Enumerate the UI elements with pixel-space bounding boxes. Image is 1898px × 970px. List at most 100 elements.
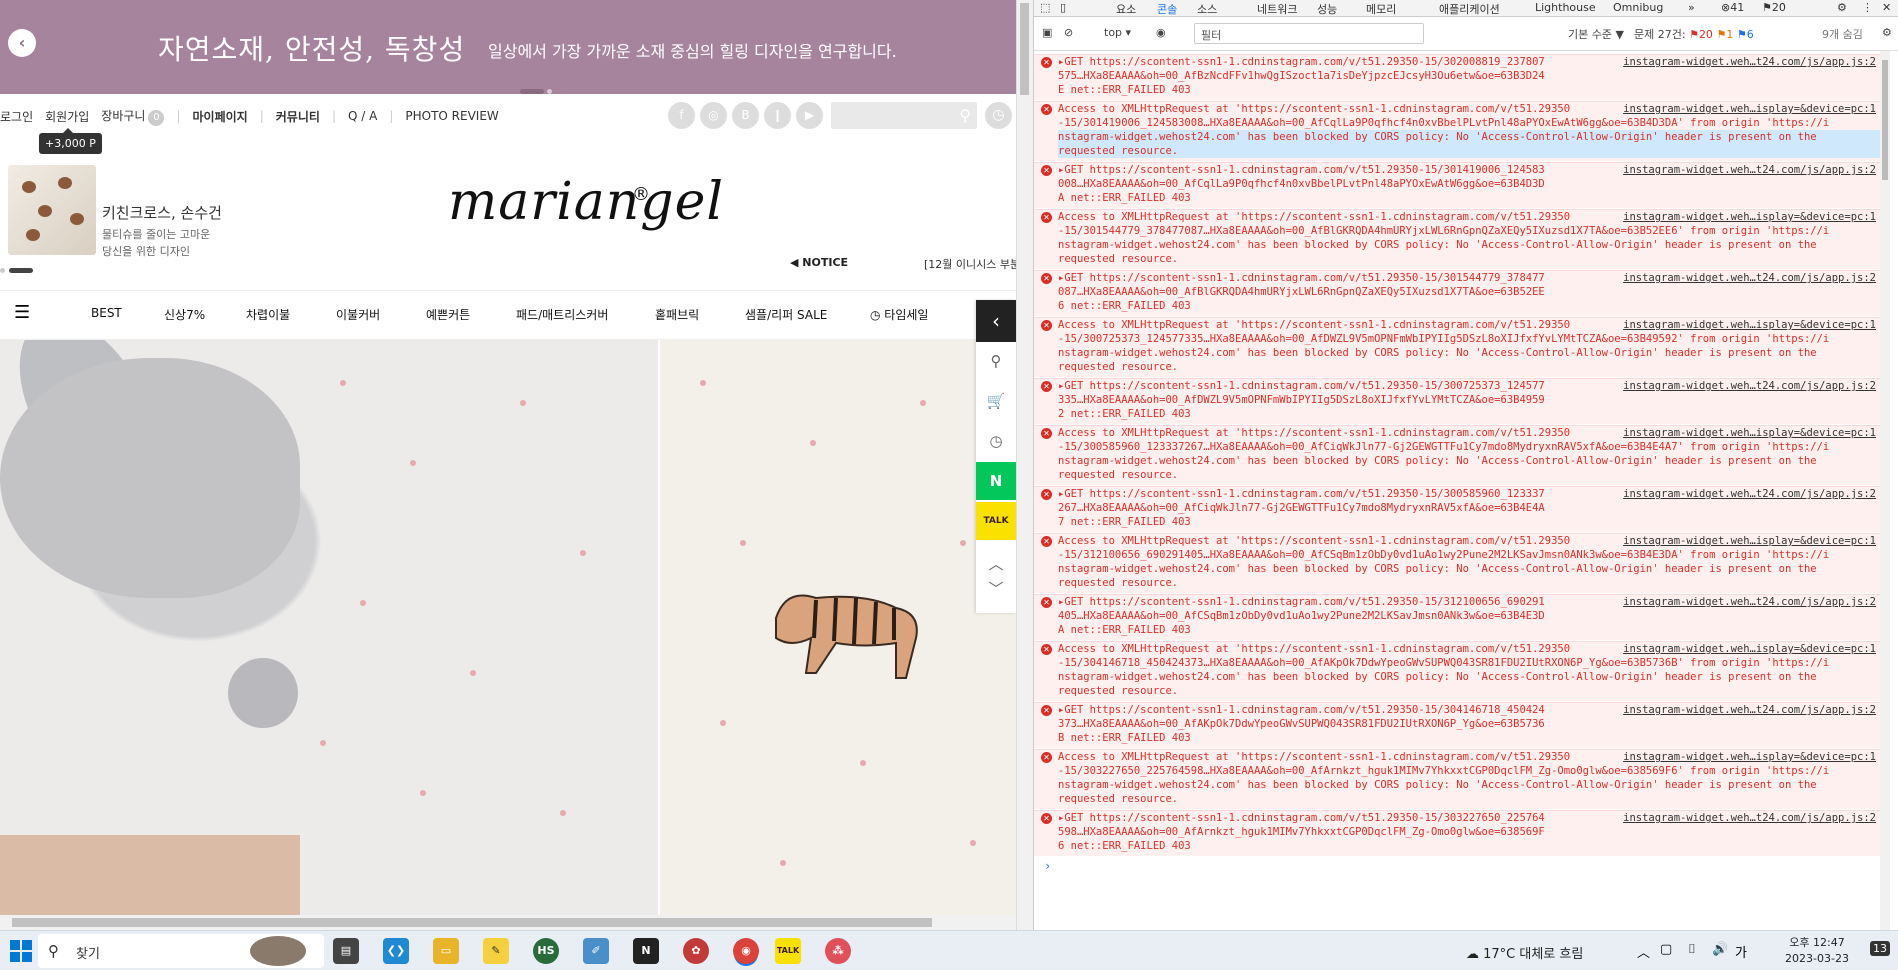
source-link[interactable]: instagram-widget.weh…isplay=&device=pc:1 [1623,642,1876,656]
nav-pad[interactable]: 패드/매트리스커버 [516,306,608,323]
sticky-notes-icon[interactable]: ✎ [483,938,509,964]
site-logo[interactable]: mariangel [448,172,724,232]
console-get-error[interactable]: ✕ ▸GET https://scontent-ssn1-1.cdninstagr… [1034,378,1880,424]
paint-icon[interactable]: ✿ [683,938,709,964]
console-cors-error[interactable]: ✕ Access to XMLHttpRequest at 'https://sc… [1034,533,1880,593]
source-link[interactable]: instagram-widget.weh…t24.com/js/app.js:2 [1623,55,1876,69]
taskbar-search-input[interactable]: ⚲ 찾기 [38,934,324,968]
console-cors-error[interactable]: ✕ Access to XMLHttpRequest at 'https://sc… [1034,317,1880,377]
source-link[interactable]: instagram-widget.weh…t24.com/js/app.js:2 [1623,271,1876,285]
search-icon[interactable]: ⚲ [959,106,971,125]
source-link[interactable]: instagram-widget.weh…t24.com/js/app.js:2 [1623,163,1876,177]
horizontal-scrollbar-thumb[interactable] [12,918,932,927]
notice-ticker[interactable]: [12월 이니시스 부분 [924,256,1016,272]
banner-prev-button[interactable]: ‹ [8,29,36,57]
notion-icon[interactable]: N [633,938,659,964]
console-get-error[interactable]: ✕ ▸GET https://scontent-ssn1-1.cdninstagr… [1034,270,1880,316]
clock-date[interactable]: 2023-03-23 [1782,952,1852,965]
console-scrollbar[interactable] [1880,51,1890,930]
banner-pagination[interactable] [520,79,556,94]
tab-omnibug[interactable]: Omnibug [1613,1,1663,14]
nav-duvet-cover[interactable]: 이불커버 [336,306,380,323]
console-get-error[interactable]: ✕ ▸GET https://scontent-ssn1-1.cdninstagr… [1034,486,1880,532]
tab-performance[interactable]: 성능 [1317,1,1337,17]
photo-review-link[interactable]: PHOTO REVIEW [405,109,498,123]
login-link[interactable]: 로그인 [0,108,33,125]
source-link[interactable]: instagram-widget.weh…isplay=&device=pc:1 [1623,534,1876,548]
device-toggle-icon[interactable]: ▯ [1060,1,1066,14]
issue-count-badge[interactable]: ⚑20 [1762,1,1786,14]
nav-timesale[interactable]: ◷ 타임세일 [870,306,928,323]
more-tabs-button[interactable]: » [1688,1,1695,14]
page-vertical-scrollbar-thumb[interactable] [1020,3,1029,95]
nav-comforter[interactable]: 차렵이불 [246,306,290,323]
youtube-icon[interactable]: ▶ [796,102,823,129]
source-link[interactable]: instagram-widget.weh…isplay=&device=pc:1 [1623,318,1876,332]
console-get-error[interactable]: ✕ ▸GET https://scontent-ssn1-1.cdninstagr… [1034,54,1880,100]
clear-console-icon[interactable]: ⊘ [1064,26,1073,39]
close-icon[interactable]: ✕ [1882,1,1891,14]
tab-elements[interactable]: 요소 [1116,1,1136,17]
console-get-error[interactable]: ✕ ▸GET https://scontent-ssn1-1.cdninstagr… [1034,810,1880,856]
source-link[interactable]: instagram-widget.weh…t24.com/js/app.js:2 [1623,379,1876,393]
nav-new[interactable]: 신상7% [164,306,205,323]
network-icon[interactable]: ⌷ [1688,942,1696,957]
windows-start-icon[interactable] [10,940,32,962]
qa-link[interactable]: Q / A [348,109,377,123]
source-link[interactable]: instagram-widget.weh…t24.com/js/app.js:2 [1623,595,1876,609]
chevron-up-icon[interactable]: ︿ [1637,942,1650,961]
source-link[interactable]: instagram-widget.weh…isplay=&device=pc:1 [1623,426,1876,440]
source-link[interactable]: instagram-widget.weh…isplay=&device=pc:1 [1623,210,1876,224]
console-get-error[interactable]: ✕ ▸GET https://scontent-ssn1-1.cdninstagr… [1034,594,1880,640]
console-get-error[interactable]: ✕ ▸GET https://scontent-ssn1-1.cdninstagr… [1034,702,1880,748]
kakao-talk-icon[interactable]: TALK [976,502,1016,540]
community-link[interactable]: 커뮤니티 [276,108,320,125]
file-explorer-icon[interactable]: ▭ [433,938,459,964]
story-icon[interactable]: ❙ [764,102,791,129]
site-search-input[interactable]: ⚲ [831,102,977,129]
issues-button[interactable]: 문제 27건: ⚑20 ⚑1 ⚑6 [1634,26,1754,42]
tray-icon[interactable]: ▢ [1660,942,1672,957]
notification-center[interactable]: 13 [1870,941,1890,956]
cart-link[interactable]: 장바구니 0 [101,107,165,126]
settings-icon[interactable]: ⚙ [1837,1,1847,14]
console-get-error[interactable]: ✕ ▸GET https://scontent-ssn1-1.cdninstagr… [1034,162,1880,208]
join-link[interactable]: 회원가입 [45,108,89,125]
cart-icon[interactable]: 🛒 [976,382,1016,420]
task-view-icon[interactable]: ▤ [333,938,359,964]
search-icon[interactable]: ⚲ [976,342,1016,380]
tab-memory[interactable]: 메모리 [1366,1,1396,17]
page-vertical-scrollbar[interactable] [1016,0,1033,930]
top-banner[interactable]: ‹ 자연소재, 안전성, 독창성 일상에서 가장 가까운 소재 중심의 힐링 디… [0,0,1016,94]
console-cors-error[interactable]: ✕ Access to XMLHttpRequest at 'https://sc… [1034,425,1880,485]
menu-icon[interactable]: ☰ [14,304,32,322]
instagram-icon[interactable]: ◎ [700,102,727,129]
vscode-icon[interactable]: ❮❯ [383,938,409,964]
inspect-icon[interactable]: ⬚ [1040,1,1050,14]
notepad-icon[interactable]: ✐ [583,938,609,964]
source-link[interactable]: instagram-widget.weh…isplay=&device=pc:1 [1623,102,1876,116]
hero-image[interactable] [0,340,1016,915]
volume-icon[interactable]: 🔊 [1712,942,1728,957]
weather-widget[interactable]: ☁ 17°C 대체로 흐림 [1466,943,1583,962]
log-level-select[interactable]: 기본 수준 ▼ [1568,26,1624,42]
source-link[interactable]: instagram-widget.weh…isplay=&device=pc:1 [1623,750,1876,764]
promo-thumbnail[interactable] [8,165,96,255]
source-link[interactable]: instagram-widget.weh…t24.com/js/app.js:2 [1623,811,1876,825]
tab-lighthouse[interactable]: Lighthouse [1535,1,1596,14]
nav-best[interactable]: BEST [91,306,122,320]
ime-indicator[interactable]: 가 [1735,942,1747,961]
mypage-link[interactable]: 마이페이지 [193,108,248,125]
error-count-badge[interactable]: ⊗41 [1721,1,1744,14]
console-scrollbar-thumb[interactable] [1882,60,1888,180]
hs-app-icon[interactable]: HS [533,938,559,964]
context-select[interactable]: top ▾ [1104,26,1131,39]
console-settings-icon[interactable]: ⚙ [1882,26,1892,39]
nav-curtain[interactable]: 예쁜커튼 [426,306,470,323]
recent-view-icon[interactable]: ◷ [976,422,1016,460]
nav-sale[interactable]: 샘플/리퍼 SALE [745,306,827,323]
sidebar-toggle-icon[interactable]: ▣ [1042,26,1052,39]
more-options-icon[interactable]: ⋮ [1862,1,1873,14]
eye-icon[interactable]: ◉ [1156,26,1166,39]
tab-sources[interactable]: 소스 [1197,1,1217,17]
